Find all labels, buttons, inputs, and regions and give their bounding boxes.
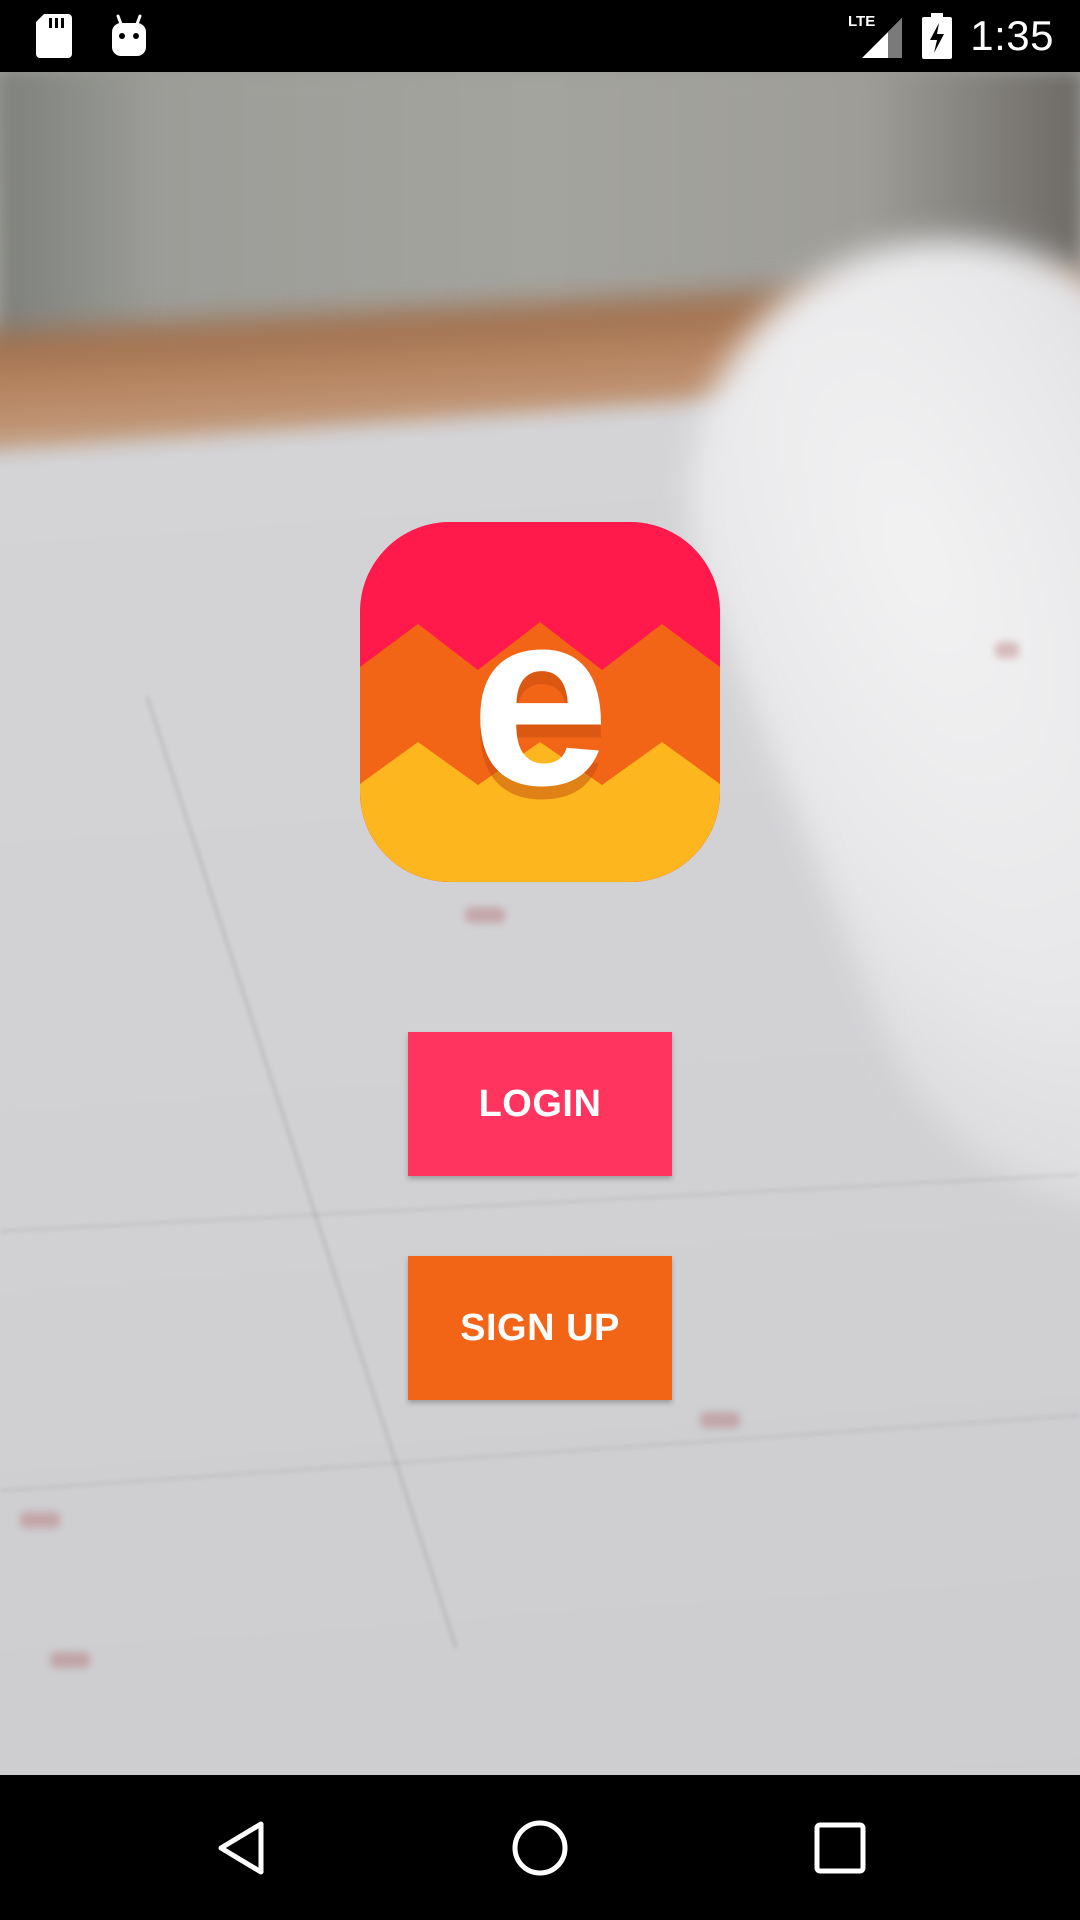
status-time: 1:35	[970, 12, 1054, 59]
status-right: LTE 1:35	[848, 0, 1054, 72]
battery-charging-icon	[922, 13, 953, 59]
login-button[interactable]: LOGIN	[408, 1032, 672, 1176]
home-button[interactable]	[460, 1775, 620, 1920]
android-icon	[110, 14, 148, 58]
signup-button[interactable]: SIGN UP	[408, 1256, 672, 1400]
home-icon	[510, 1818, 570, 1878]
status-bar: LTE 1:35	[0, 0, 1080, 72]
navigation-bar	[0, 1775, 1080, 1920]
main-screen: e e LOGIN SIGN UP	[0, 72, 1080, 1775]
app-logo: e e	[360, 522, 720, 882]
recents-icon	[810, 1818, 870, 1878]
logo-letter: e	[470, 558, 609, 837]
back-icon	[212, 1818, 272, 1878]
back-button[interactable]	[162, 1775, 322, 1920]
network-label: LTE	[848, 13, 875, 30]
background-image	[0, 72, 1080, 1775]
status-left	[36, 14, 148, 58]
sd-card-icon	[36, 14, 72, 58]
signal-icon: LTE	[848, 12, 904, 60]
recents-button[interactable]	[760, 1775, 920, 1920]
